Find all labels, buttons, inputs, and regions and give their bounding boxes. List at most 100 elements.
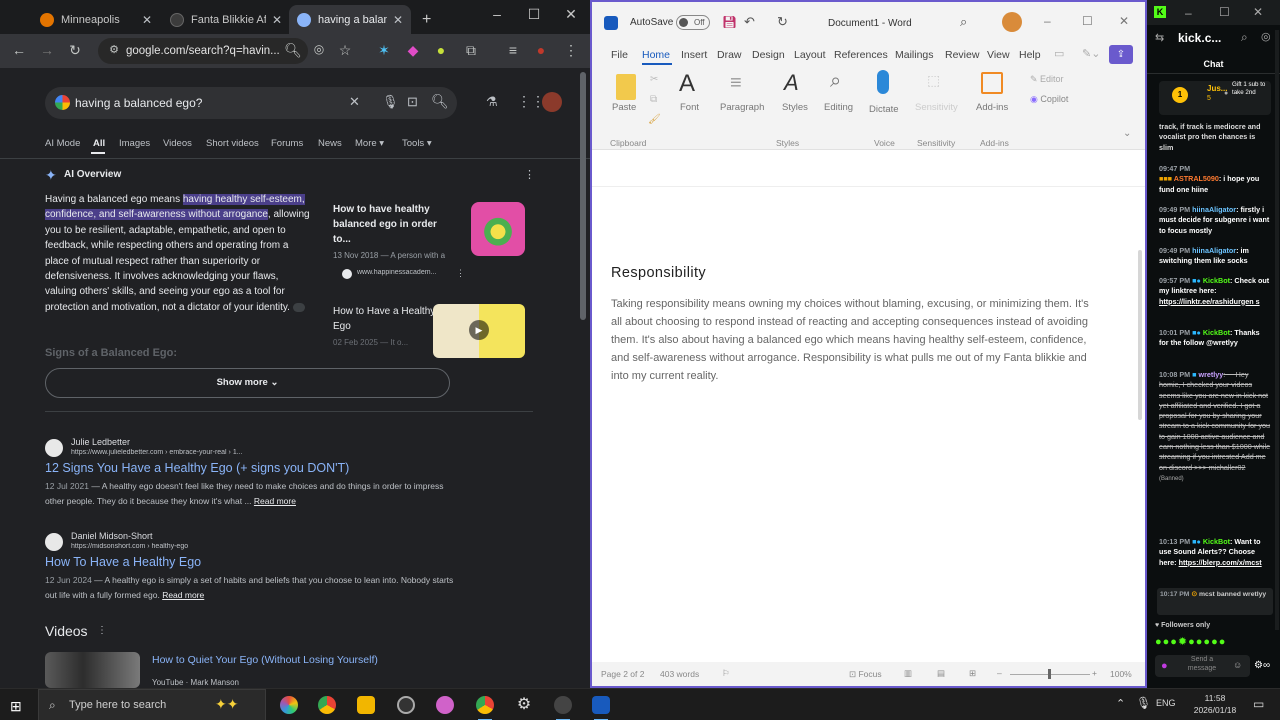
- ai-source-card[interactable]: How to Have a Healthy Ego 02 Feb 2025 — …: [333, 304, 533, 358]
- sensitivity-icon[interactable]: ⬚: [927, 72, 940, 89]
- comments-icon[interactable]: ▭: [1054, 47, 1064, 60]
- tab-forums[interactable]: Forums: [271, 138, 303, 149]
- file-explorer-icon[interactable]: [357, 696, 375, 714]
- ai-source-card[interactable]: How to have healthy balanced ego in orde…: [333, 202, 533, 264]
- font-icon[interactable]: A: [679, 70, 695, 98]
- tab-layout[interactable]: Layout: [794, 49, 826, 61]
- eye-off-icon[interactable]: ◎: [1261, 30, 1271, 43]
- notification-icon[interactable]: ▭: [1253, 697, 1264, 711]
- tray-chevron-icon[interactable]: ⌃: [1116, 697, 1125, 710]
- result-title-link[interactable]: 12 Signs You Have a Healthy Ego (+ signs…: [45, 461, 465, 475]
- eye-off-icon[interactable]: ◎: [310, 42, 328, 56]
- tab-insert[interactable]: Insert: [681, 49, 707, 61]
- lens-icon[interactable]: ⊡: [407, 94, 418, 110]
- gift-banner[interactable]: 1 Jus... 5 ● Gift 1 sub to take 2nd: [1159, 81, 1271, 115]
- app-icon[interactable]: [554, 696, 572, 720]
- undo-icon[interactable]: ↶: [744, 14, 755, 30]
- tab-images[interactable]: Images: [119, 138, 150, 149]
- styles-button[interactable]: Styles: [782, 102, 808, 113]
- paragraph-icon[interactable]: ≡: [730, 72, 742, 95]
- address-bar[interactable]: google.com/search?q=havin...: [98, 38, 308, 64]
- font-group-button[interactable]: Font: [680, 102, 699, 113]
- extension-icon[interactable]: ✶: [375, 42, 393, 59]
- extensions-puzzle-icon[interactable]: ⧉: [462, 42, 480, 59]
- zoom-slider-thumb[interactable]: [1048, 669, 1051, 679]
- profile-avatar[interactable]: ●: [532, 42, 550, 58]
- account-avatar[interactable]: [542, 92, 562, 112]
- card-more-icon[interactable]: ⋮: [456, 268, 465, 279]
- close-tab-icon[interactable]: ✕: [142, 13, 152, 27]
- result-title-link[interactable]: How To Have a Healthy Ego: [45, 555, 465, 569]
- format-painter-icon[interactable]: 🖌︎: [648, 114, 661, 125]
- tab-all[interactable]: All: [93, 138, 105, 149]
- tab-draw[interactable]: Draw: [717, 49, 742, 61]
- chat-settings-icon[interactable]: ⚙∞: [1254, 660, 1270, 671]
- scrollbar-thumb[interactable]: [580, 72, 586, 320]
- scrollbar-track[interactable]: [1275, 30, 1279, 630]
- addins-button[interactable]: Add-ins: [976, 102, 1008, 113]
- minimize-icon[interactable]: –: [1044, 14, 1051, 28]
- focus-button[interactable]: ⊡ Focus: [849, 669, 882, 680]
- scrollbar-thumb[interactable]: [1138, 250, 1142, 420]
- tab-ai-mode[interactable]: AI Mode: [45, 138, 80, 149]
- tab-review[interactable]: Review: [945, 49, 979, 61]
- app-icon[interactable]: [436, 696, 454, 714]
- chat-input[interactable]: ● Send a message ☺: [1155, 655, 1250, 677]
- read-more-link[interactable]: Read more: [254, 496, 296, 506]
- copy-icon[interactable]: ⧉: [650, 94, 657, 105]
- editor-button[interactable]: ✎ Editor: [1030, 74, 1064, 85]
- videos-more-icon[interactable]: ⋮: [97, 625, 107, 636]
- paste-button[interactable]: Paste: [612, 102, 636, 113]
- close-window-icon[interactable]: ✕: [556, 6, 586, 23]
- accessibility-icon[interactable]: ⚐: [722, 668, 730, 679]
- redo-icon[interactable]: ↻: [777, 14, 788, 30]
- back-icon[interactable]: ←: [10, 42, 28, 58]
- sensitivity-button[interactable]: Sensitivity: [915, 102, 958, 113]
- apps-grid-icon[interactable]: ⋮⋮: [517, 93, 545, 110]
- settings-gear-icon[interactable]: ⚙: [515, 696, 533, 714]
- tab-videos[interactable]: Videos: [163, 138, 192, 149]
- addins-icon[interactable]: [981, 72, 1003, 94]
- language-indicator[interactable]: ENG: [1156, 698, 1176, 708]
- tab-references[interactable]: References: [834, 49, 888, 61]
- bookmark-star-icon[interactable]: ☆: [336, 42, 354, 59]
- maximize-icon[interactable]: ☐: [1219, 5, 1230, 19]
- tab-more[interactable]: More ▾: [355, 138, 384, 149]
- search-icon[interactable]: 🔍︎: [431, 93, 449, 110]
- close-window-icon[interactable]: ✕: [1119, 14, 1129, 28]
- obs-app-icon[interactable]: [397, 696, 415, 714]
- minimize-icon[interactable]: –: [482, 6, 512, 22]
- save-icon[interactable]: 💾︎: [722, 15, 737, 29]
- maximize-icon[interactable]: ☐: [519, 6, 549, 23]
- emote-picker-icon[interactable]: ●: [1161, 660, 1168, 672]
- search-icon[interactable]: ⌕: [1241, 30, 1248, 45]
- document-canvas[interactable]: Responsibility Taking responsibility mea…: [592, 150, 1145, 658]
- copilot-button[interactable]: ◉ Copilot: [1030, 94, 1068, 105]
- paste-icon[interactable]: [616, 74, 636, 100]
- browser-tab-search[interactable]: having a balance ✕: [289, 5, 411, 34]
- paragraph-group-button[interactable]: Paragraph: [720, 102, 764, 113]
- photos-app-icon[interactable]: [280, 696, 298, 714]
- chrome-app-icon[interactable]: [318, 696, 336, 714]
- extension-icon[interactable]: ●: [432, 42, 450, 58]
- tab-file[interactable]: File: [611, 49, 628, 61]
- word-count[interactable]: 403 words: [660, 669, 699, 679]
- microphone-icon[interactable]: 🎙︎: [1136, 696, 1151, 710]
- tab-news[interactable]: News: [318, 138, 342, 149]
- minimize-icon[interactable]: –: [1185, 6, 1192, 20]
- tab-help[interactable]: Help: [1019, 49, 1041, 61]
- web-layout-icon[interactable]: ⊞: [969, 668, 976, 679]
- clear-search-icon[interactable]: ✕: [349, 94, 360, 110]
- emoji-icon[interactable]: ☺: [1233, 660, 1242, 670]
- page-count[interactable]: Page 2 of 2: [601, 669, 644, 679]
- taskbar-search-box[interactable]: ⌕ Type here to search ✦✦: [38, 689, 266, 720]
- windows-start-icon[interactable]: ⊞: [10, 698, 22, 715]
- styles-icon[interactable]: A: [784, 70, 799, 96]
- editing-button[interactable]: Editing: [824, 102, 853, 113]
- menu-kebab-icon[interactable]: ⋮: [562, 42, 580, 59]
- tab-view[interactable]: View: [987, 49, 1010, 61]
- tab-tools[interactable]: Tools ▾: [402, 138, 432, 149]
- chat-link[interactable]: https://blerp.com/x/mcst: [1179, 558, 1262, 567]
- tab-mailings[interactable]: Mailings: [895, 49, 934, 61]
- site-info-icon[interactable]: ⚙: [105, 43, 123, 56]
